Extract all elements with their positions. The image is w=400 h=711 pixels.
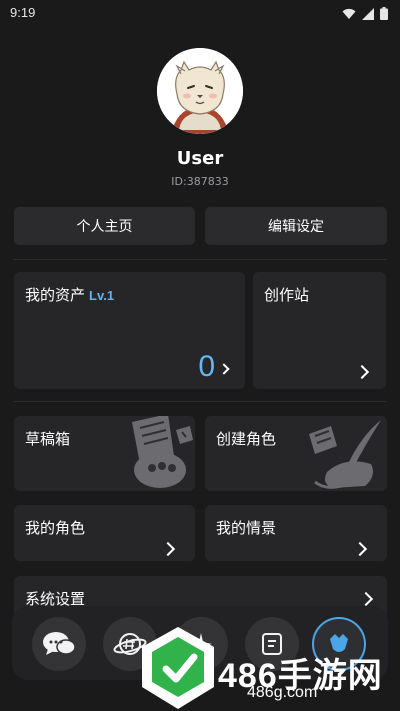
chevron-right-icon — [352, 541, 368, 557]
creation-station-card[interactable]: 创作站 — [253, 272, 386, 389]
my-characters-title: 我的角色 — [25, 519, 86, 537]
signal-icon — [362, 7, 374, 20]
chevron-right-icon — [218, 363, 230, 375]
status-bar: 9:19 — [0, 0, 400, 30]
personal-homepage-button[interactable]: 个人主页 — [14, 207, 195, 245]
status-time: 9:19 — [10, 5, 36, 20]
chevron-right-icon — [358, 591, 374, 607]
edit-settings-button[interactable]: 编辑设定 — [205, 207, 387, 245]
chevron-right-icon — [160, 541, 176, 557]
asset-count: 0 — [198, 350, 215, 383]
watermark-url: 486g.com — [247, 684, 318, 701]
avatar-image — [157, 48, 243, 134]
nav-chat-button[interactable] — [32, 617, 86, 671]
quill-icon — [309, 420, 381, 489]
my-characters-card[interactable]: 我的角色 — [14, 505, 195, 561]
chat-bubbles-icon — [43, 632, 76, 655]
battery-icon — [380, 7, 388, 20]
paper-stack-icon — [132, 416, 193, 488]
drafts-title: 草稿箱 — [25, 430, 71, 448]
watermark-logo — [142, 627, 214, 709]
my-assets-title: 我的资产 Lv.1 — [25, 284, 114, 305]
divider — [14, 401, 386, 402]
create-character-title: 创建角色 — [216, 430, 277, 448]
drafts-card[interactable]: 草稿箱 — [14, 416, 195, 491]
my-assets-card[interactable]: 我的资产 Lv.1 0 — [14, 272, 245, 389]
user-id: ID:387833 — [171, 175, 229, 188]
my-scenes-title: 我的情景 — [216, 519, 277, 537]
my-scenes-card[interactable]: 我的情景 — [205, 505, 387, 561]
avatar[interactable] — [157, 48, 243, 134]
divider — [14, 259, 386, 260]
status-icons — [342, 7, 388, 20]
create-character-card[interactable]: 创建角色 — [205, 416, 387, 491]
my-assets-label: 我的资产 — [25, 286, 86, 304]
chevron-right-icon — [354, 364, 370, 380]
level-badge: Lv.1 — [89, 288, 115, 303]
username: User — [176, 148, 224, 169]
wifi-icon — [342, 8, 356, 19]
creation-station-title: 创作站 — [264, 286, 310, 304]
